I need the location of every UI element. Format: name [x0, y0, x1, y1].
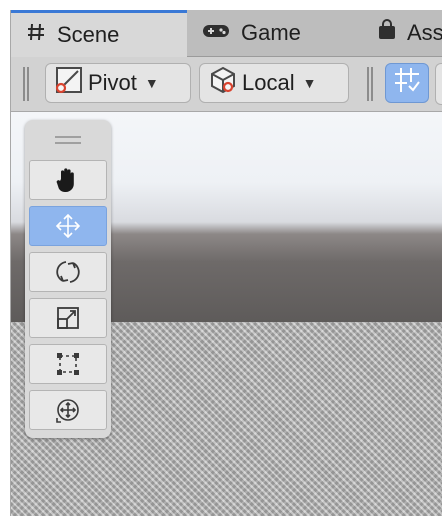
transform-icon: [52, 394, 84, 426]
local-label: Local: [242, 70, 295, 95]
local-cube-icon: [208, 65, 238, 101]
move-arrows-icon: [52, 210, 84, 242]
scale-tool-button[interactable]: [29, 298, 107, 338]
palette-drag-handle[interactable]: [55, 136, 81, 144]
tab-scene-label: Scene: [57, 22, 120, 47]
pivot-label: Pivot: [88, 70, 137, 95]
local-dropdown[interactable]: Local ▼: [199, 63, 349, 103]
tab-scene[interactable]: Scene: [11, 10, 187, 57]
scene-window: Scene Game Ass Pivot ▼ Local ▼: [10, 10, 442, 516]
rotate-icon: [53, 257, 83, 287]
gamepad-icon: [201, 20, 231, 46]
scale-icon: [53, 303, 83, 333]
hand-tool-button[interactable]: [29, 160, 107, 200]
grid-snap-button[interactable]: [385, 63, 429, 103]
tab-game-label: Game: [241, 20, 301, 45]
toolbar-grip-2[interactable]: [367, 67, 373, 101]
hand-icon: [53, 165, 83, 195]
pivot-icon: [54, 65, 84, 101]
tab-bar: Scene Game Ass: [11, 10, 442, 57]
tab-game[interactable]: Game: [187, 10, 363, 56]
rotate-tool-button[interactable]: [29, 252, 107, 292]
transform-tool-button[interactable]: [29, 390, 107, 430]
rect-tool-button[interactable]: [29, 344, 107, 384]
scene-toolbar: Pivot ▼ Local ▼: [11, 57, 442, 112]
tab-asset-store-label: Ass: [407, 20, 442, 45]
rect-transform-icon: [53, 349, 83, 379]
tool-palette: [25, 120, 111, 438]
toolbar-grip[interactable]: [23, 67, 29, 101]
hash-icon: [25, 21, 47, 49]
next-toolbar-button[interactable]: [435, 63, 442, 105]
chevron-down-icon: ▼: [144, 75, 159, 91]
move-tool-button[interactable]: [29, 206, 107, 246]
pivot-dropdown[interactable]: Pivot ▼: [45, 63, 191, 103]
grid-snap-icon: [392, 65, 422, 101]
chevron-down-icon: ▼: [302, 75, 317, 91]
store-bag-icon: [377, 19, 397, 47]
tab-asset-store[interactable]: Ass: [363, 10, 442, 56]
